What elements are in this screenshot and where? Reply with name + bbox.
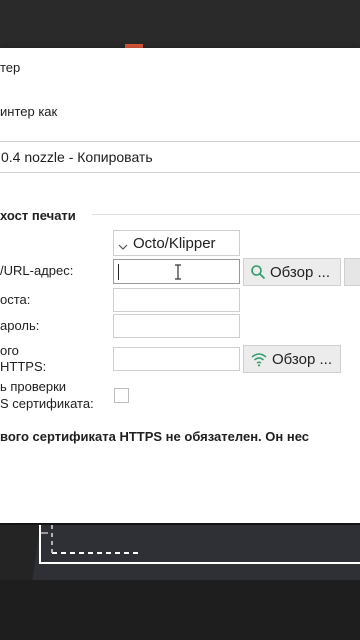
- cert-label-line2: HTTPS:: [0, 359, 47, 374]
- printer-as-label: интер как: [0, 104, 58, 119]
- url-browse-label: Обзор ...: [270, 263, 330, 281]
- physical-printer-dialog: тер интер как 0.4 nozzle - Копировать хо…: [0, 48, 360, 523]
- url-input[interactable]: [113, 259, 240, 284]
- text-caret: [118, 264, 119, 280]
- cert-browse-button[interactable]: Обзор ...: [243, 345, 341, 373]
- app-top-bar: [0, 0, 360, 50]
- cert-footnote: вого сертификата HTTPS не обязателен. Он…: [0, 429, 309, 444]
- ignore-checks-line2: S сертификата:: [0, 396, 94, 411]
- url-browse-button[interactable]: Обзор ...: [243, 258, 341, 286]
- 3d-viewport[interactable]: [0, 525, 360, 640]
- test-button-partial[interactable]: [344, 258, 360, 286]
- text-cursor-icon: [174, 264, 182, 285]
- section-divider: [92, 214, 360, 215]
- wifi-icon: [251, 353, 267, 367]
- preset-name-value: 0.4 nozzle - Копировать: [1, 149, 153, 165]
- cert-browse-label: Обзор ...: [272, 350, 332, 368]
- bed-outline: [39, 525, 360, 564]
- password-label: ароль:: [0, 318, 40, 333]
- cert-file-input[interactable]: [113, 347, 240, 371]
- host-type-value: Octo/Klipper: [133, 235, 216, 252]
- cert-label-line1: ого: [0, 343, 19, 358]
- url-label: /URL-адрес:: [0, 263, 74, 278]
- login-label: оста:: [0, 292, 31, 307]
- preset-name-field[interactable]: 0.4 nozzle - Копировать: [0, 141, 360, 173]
- section-heading: хост печати: [0, 208, 76, 223]
- ignore-checks-checkbox[interactable]: [114, 388, 129, 403]
- dialog-title-fragment: тер: [0, 60, 21, 75]
- ignore-checks-line1: ь проверки: [0, 379, 67, 394]
- password-input[interactable]: [113, 314, 240, 338]
- host-type-select[interactable]: Octo/Klipper: [113, 230, 240, 256]
- login-input[interactable]: [113, 288, 240, 312]
- chevron-down-icon: [118, 238, 128, 256]
- search-icon: [251, 265, 266, 280]
